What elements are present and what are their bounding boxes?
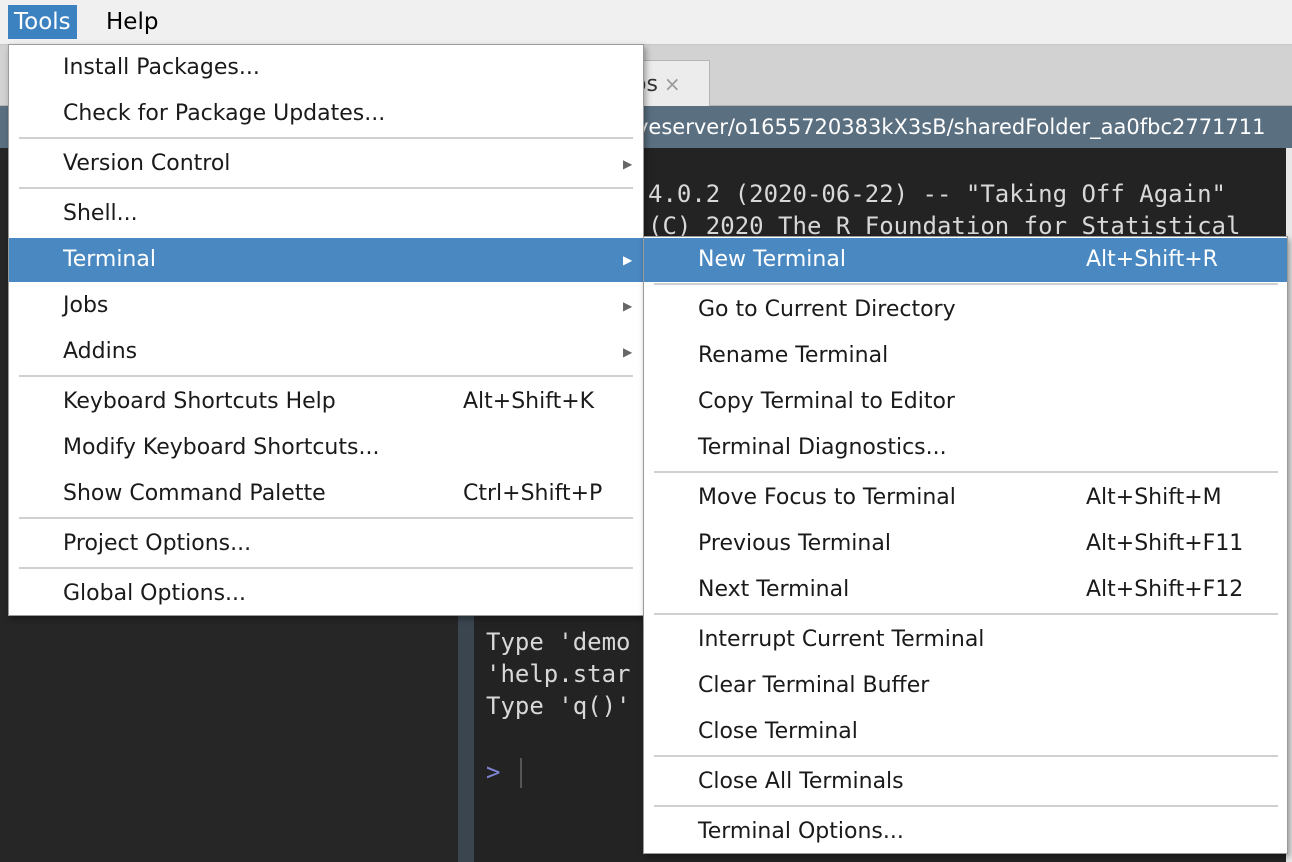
menu-separator — [654, 755, 1278, 757]
tools-menu: Install Packages... Check for Package Up… — [8, 44, 644, 616]
console-line: Type 'demo — [486, 628, 631, 656]
menu-separator — [19, 567, 633, 569]
menu-item-label: Next Terminal — [698, 577, 850, 602]
menu-item-label: Check for Package Updates... — [63, 101, 386, 126]
menu-item-terminal-options[interactable]: Terminal Options... — [644, 810, 1287, 854]
console-prompt: > — [486, 758, 501, 786]
menu-item-label: Interrupt Current Terminal — [698, 627, 985, 652]
menu-item-label: Rename Terminal — [698, 343, 889, 368]
menu-bar: Tools Help — [0, 0, 1292, 45]
menu-separator — [19, 517, 633, 519]
menu-item-copy-terminal-to-editor[interactable]: Copy Terminal to Editor — [644, 380, 1287, 424]
menu-item-check-package-updates[interactable]: Check for Package Updates... — [9, 92, 643, 136]
menu-item-shortcut: Ctrl+Shift+P — [463, 481, 603, 506]
menu-item-label: Move Focus to Terminal — [698, 485, 956, 510]
menu-item-terminal[interactable]: Terminal ▶ — [9, 238, 643, 282]
menu-item-modify-keyboard-shortcuts[interactable]: Modify Keyboard Shortcuts... — [9, 426, 643, 470]
menu-item-global-options[interactable]: Global Options... — [9, 572, 643, 616]
menu-item-clear-terminal-buffer[interactable]: Clear Terminal Buffer — [644, 664, 1287, 708]
working-directory-path: veserver/o1655720383kX3sB/sharedFolder_a… — [636, 115, 1266, 139]
menu-item-label: Addins — [63, 339, 138, 364]
menu-item-label: Close All Terminals — [698, 769, 904, 794]
menu-item-shell[interactable]: Shell... — [9, 192, 643, 236]
menu-separator — [654, 471, 1278, 473]
menu-separator — [19, 375, 633, 377]
terminal-submenu: New Terminal Alt+Shift+R Go to Current D… — [643, 236, 1288, 854]
menu-item-next-terminal[interactable]: Next Terminal Alt+Shift+F12 — [644, 568, 1287, 612]
menu-separator — [654, 613, 1278, 615]
submenu-arrow-icon: ▶ — [623, 157, 633, 171]
menu-item-rename-terminal[interactable]: Rename Terminal — [644, 334, 1287, 378]
menu-item-label: Global Options... — [63, 581, 247, 606]
menu-item-label: Copy Terminal to Editor — [698, 389, 955, 414]
menu-item-shortcut: Alt+Shift+F12 — [1086, 577, 1244, 602]
menu-item-label: Modify Keyboard Shortcuts... — [63, 435, 380, 460]
console-line: 'help.star — [486, 660, 631, 688]
menu-item-install-packages[interactable]: Install Packages... — [9, 46, 643, 90]
menu-help[interactable]: Help — [100, 5, 164, 39]
menu-item-shortcut: Alt+Shift+R — [1086, 247, 1218, 272]
menu-item-keyboard-shortcuts-help[interactable]: Keyboard Shortcuts Help Alt+Shift+K — [9, 380, 643, 424]
menu-item-label: Go to Current Directory — [698, 297, 956, 322]
menu-item-label: Shell... — [63, 201, 138, 226]
menu-item-label: Terminal Options... — [698, 819, 904, 844]
menu-item-label: Previous Terminal — [698, 531, 891, 556]
menu-item-show-command-palette[interactable]: Show Command Palette Ctrl+Shift+P — [9, 472, 643, 516]
menu-item-close-terminal[interactable]: Close Terminal — [644, 710, 1287, 754]
menu-item-label: Close Terminal — [698, 719, 858, 744]
submenu-arrow-icon: ▶ — [623, 299, 633, 313]
menu-separator — [19, 137, 633, 139]
menu-item-label: Clear Terminal Buffer — [698, 673, 930, 698]
menu-item-go-to-current-directory[interactable]: Go to Current Directory — [644, 288, 1287, 332]
menu-tools[interactable]: Tools — [8, 5, 77, 39]
menu-item-shortcut: Alt+Shift+M — [1086, 485, 1222, 510]
menu-item-label: Keyboard Shortcuts Help — [63, 389, 336, 414]
menu-separator — [19, 187, 633, 189]
menu-separator — [654, 805, 1278, 807]
menu-item-label: Terminal Diagnostics... — [698, 435, 947, 460]
menu-item-jobs[interactable]: Jobs ▶ — [9, 284, 643, 328]
menu-item-version-control[interactable]: Version Control ▶ — [9, 142, 643, 186]
menu-separator — [654, 283, 1278, 285]
menu-item-label: Install Packages... — [63, 55, 260, 80]
console-line: Type 'q()' — [486, 692, 631, 720]
close-icon[interactable]: × — [664, 72, 681, 96]
menu-item-label: Show Command Palette — [63, 481, 326, 506]
menu-item-addins[interactable]: Addins ▶ — [9, 330, 643, 374]
menu-item-shortcut: Alt+Shift+K — [463, 389, 595, 414]
menu-item-label: New Terminal — [698, 247, 846, 272]
menu-item-shortcut: Alt+Shift+F11 — [1086, 531, 1244, 556]
menu-item-label: Project Options... — [63, 531, 252, 556]
menu-item-new-terminal[interactable]: New Terminal Alt+Shift+R — [644, 238, 1287, 282]
console-caret — [520, 758, 522, 788]
menu-item-interrupt-current-terminal[interactable]: Interrupt Current Terminal — [644, 618, 1287, 662]
menu-item-previous-terminal[interactable]: Previous Terminal Alt+Shift+F11 — [644, 522, 1287, 566]
menu-item-label: Jobs — [63, 293, 109, 318]
menu-item-label: Version Control — [63, 151, 231, 176]
console-line: 4.0.2 (2020-06-22) -- "Taking Off Again" — [648, 180, 1226, 208]
menu-item-label: Terminal — [63, 247, 156, 272]
menu-item-terminal-diagnostics[interactable]: Terminal Diagnostics... — [644, 426, 1287, 470]
submenu-arrow-icon: ▶ — [623, 253, 633, 267]
submenu-arrow-icon: ▶ — [623, 345, 633, 359]
menu-item-close-all-terminals[interactable]: Close All Terminals — [644, 760, 1287, 804]
menu-item-move-focus-to-terminal[interactable]: Move Focus to Terminal Alt+Shift+M — [644, 476, 1287, 520]
menu-item-project-options[interactable]: Project Options... — [9, 522, 643, 566]
